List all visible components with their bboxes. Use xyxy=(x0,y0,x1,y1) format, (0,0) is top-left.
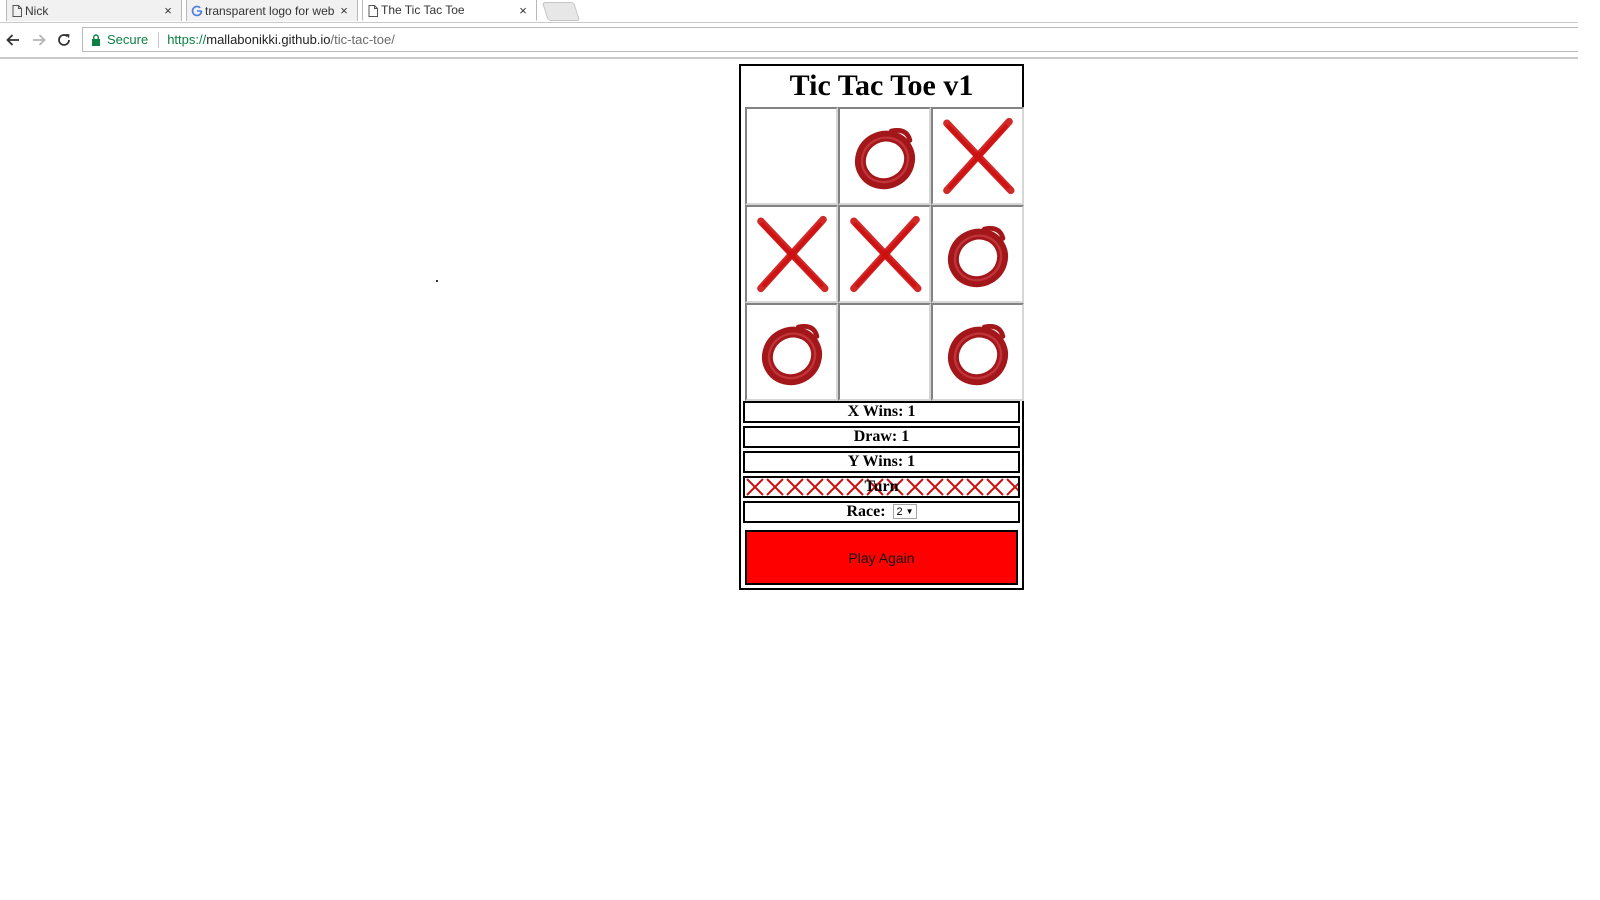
race-select[interactable]: 2 ▼ xyxy=(892,503,917,519)
draw-counter: Draw: 1 xyxy=(743,426,1020,448)
race-row: Race: 2 ▼ xyxy=(743,501,1020,523)
address-divider xyxy=(158,31,160,48)
turn-x-icon xyxy=(986,478,1004,496)
tic-tac-toe-panel: Tic Tac Toe v1 X Wins: 1 Draw: 1 Y Wins:… xyxy=(739,64,1024,590)
forward-button[interactable] xyxy=(28,29,50,51)
page-icon xyxy=(367,4,379,17)
url-scheme: https:// xyxy=(167,32,207,47)
url-path: /tic-tac-toe/ xyxy=(330,32,395,47)
turn-x-icon xyxy=(826,478,844,496)
turn-indicator: Turn xyxy=(743,476,1020,498)
close-icon[interactable]: × xyxy=(516,3,530,18)
board-cell-4[interactable] xyxy=(745,205,838,303)
tab-google-search[interactable]: transparent logo for web × xyxy=(186,0,358,21)
y-wins-counter: Y Wins: 1 xyxy=(743,451,1020,473)
tab-strip: Nick × transparent logo for web × The Ti… xyxy=(0,0,1578,23)
x-mark-icon xyxy=(849,215,921,293)
turn-x-icon xyxy=(1006,478,1018,496)
y-wins-label: Y Wins: 1 xyxy=(847,453,916,470)
back-arrow-icon xyxy=(6,34,19,46)
turn-x-icon xyxy=(846,478,864,496)
new-tab-button[interactable] xyxy=(541,2,581,21)
board-cell-7[interactable] xyxy=(745,303,838,401)
draw-label: Draw: 1 xyxy=(853,428,910,445)
o-mark-icon xyxy=(947,324,1008,386)
dropdown-arrow-icon: ▼ xyxy=(905,506,914,516)
back-button[interactable] xyxy=(2,29,24,51)
turn-x-icon xyxy=(746,478,764,496)
reload-button[interactable] xyxy=(53,29,75,51)
turn-x-icon xyxy=(926,478,944,496)
o-mark-icon xyxy=(854,128,915,190)
tab-label: The Tic Tac Toe xyxy=(381,3,465,17)
page-icon xyxy=(11,4,23,17)
turn-x-icon xyxy=(966,478,984,496)
reload-icon xyxy=(58,34,70,46)
lock-icon xyxy=(91,33,101,46)
play-again-label: Play Again xyxy=(848,549,915,566)
stray-dot xyxy=(436,280,438,282)
o-mark-icon xyxy=(947,226,1008,288)
close-icon[interactable]: × xyxy=(161,3,175,18)
race-value: 2 xyxy=(896,505,903,518)
x-mark-icon xyxy=(942,117,1014,195)
turn-x-icon xyxy=(766,478,784,496)
page-title: Tic Tac Toe v1 xyxy=(789,69,974,102)
forward-arrow-icon xyxy=(33,34,46,46)
tab-label: Nick xyxy=(25,3,49,18)
board-cell-5[interactable] xyxy=(838,205,931,303)
o-mark-icon xyxy=(761,324,822,386)
turn-label: Turn xyxy=(864,478,899,495)
board-cell-1[interactable] xyxy=(745,107,838,205)
x-wins-counter: X Wins: 1 xyxy=(743,401,1020,423)
board-cell-8[interactable] xyxy=(838,303,931,401)
tab-nick[interactable]: Nick × xyxy=(6,0,182,21)
x-mark-icon xyxy=(756,215,828,293)
board-cell-9[interactable] xyxy=(931,303,1024,401)
address-bar[interactable]: Secure https://mallabonikki.github.io/ti… xyxy=(82,27,1578,52)
race-label: Race: xyxy=(846,503,886,520)
x-wins-label: X Wins: 1 xyxy=(847,403,916,420)
tab-label: transparent logo for web xyxy=(205,3,335,18)
tab-tic-tac-toe[interactable]: The Tic Tac Toe × xyxy=(362,0,537,21)
play-again-button[interactable]: Play Again xyxy=(745,530,1018,585)
url-host: mallabonikki.github.io xyxy=(206,32,331,47)
google-icon xyxy=(191,4,203,17)
board-cell-2[interactable] xyxy=(838,107,931,205)
turn-x-icon xyxy=(786,478,804,496)
board-cell-6[interactable] xyxy=(931,205,1024,303)
game-board xyxy=(745,107,1024,401)
secure-label: Secure xyxy=(107,32,149,47)
turn-x-icon xyxy=(946,478,964,496)
turn-x-icon xyxy=(906,478,924,496)
turn-x-icon xyxy=(806,478,824,496)
browser-toolbar: Secure https://mallabonikki.github.io/ti… xyxy=(0,23,1578,59)
board-cell-3[interactable] xyxy=(931,107,1024,205)
close-icon[interactable]: × xyxy=(337,3,351,18)
